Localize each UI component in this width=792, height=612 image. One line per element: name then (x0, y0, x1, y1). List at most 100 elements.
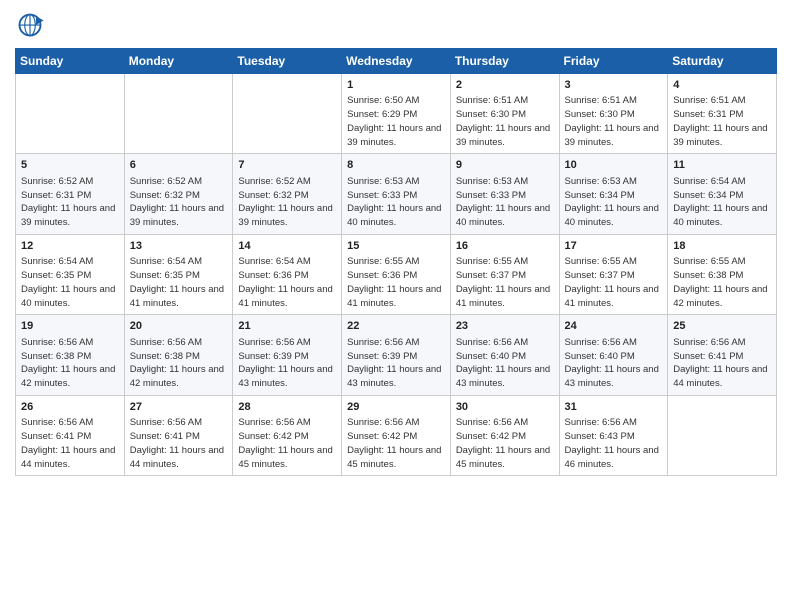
calendar-cell: 15Sunrise: 6:55 AMSunset: 6:36 PMDayligh… (342, 234, 451, 314)
day-info: Sunrise: 6:56 AMSunset: 6:41 PMDaylight:… (21, 416, 119, 471)
calendar-cell: 12Sunrise: 6:54 AMSunset: 6:35 PMDayligh… (16, 234, 125, 314)
day-number: 14 (238, 239, 336, 254)
calendar-cell: 8 Sunrise: 6:53 AMSunset: 6:33 PMDaylight… (342, 154, 451, 234)
day-info: Sunrise: 6:56 AMSunset: 6:42 PMDaylight:… (456, 416, 554, 471)
day-info: Sunrise: 6:54 AMSunset: 6:35 PMDaylight:… (21, 255, 119, 310)
day-info: Sunrise: 6:51 AMSunset: 6:30 PMDaylight:… (456, 94, 554, 149)
day-info: Sunrise: 6:56 AMSunset: 6:42 PMDaylight:… (238, 416, 336, 471)
day-number: 31 (565, 400, 663, 415)
day-number: 20 (130, 319, 228, 334)
day-info: Sunrise: 6:55 AMSunset: 6:37 PMDaylight:… (565, 255, 663, 310)
logo (15, 10, 49, 40)
calendar-cell: 17Sunrise: 6:55 AMSunset: 6:37 PMDayligh… (559, 234, 668, 314)
page: SundayMondayTuesdayWednesdayThursdayFrid… (0, 0, 792, 612)
day-number: 10 (565, 158, 663, 173)
day-info: Sunrise: 6:55 AMSunset: 6:36 PMDaylight:… (347, 255, 445, 310)
day-info: Sunrise: 6:54 AMSunset: 6:34 PMDaylight:… (673, 175, 771, 230)
day-number: 3 (565, 78, 663, 93)
calendar-cell (233, 74, 342, 154)
day-number: 15 (347, 239, 445, 254)
day-info: Sunrise: 6:53 AMSunset: 6:34 PMDaylight:… (565, 175, 663, 230)
day-info: Sunrise: 6:52 AMSunset: 6:31 PMDaylight:… (21, 175, 119, 230)
day-info: Sunrise: 6:56 AMSunset: 6:41 PMDaylight:… (673, 336, 771, 391)
day-number: 23 (456, 319, 554, 334)
day-number: 19 (21, 319, 119, 334)
weekday-thursday: Thursday (450, 49, 559, 74)
calendar-cell: 31Sunrise: 6:56 AMSunset: 6:43 PMDayligh… (559, 395, 668, 475)
day-number: 16 (456, 239, 554, 254)
day-info: Sunrise: 6:56 AMSunset: 6:40 PMDaylight:… (565, 336, 663, 391)
calendar-cell: 28Sunrise: 6:56 AMSunset: 6:42 PMDayligh… (233, 395, 342, 475)
weekday-friday: Friday (559, 49, 668, 74)
calendar-cell: 25 Sunrise: 6:56 AMSunset: 6:41 PMDayligh… (668, 315, 777, 395)
calendar-cell: 7Sunrise: 6:52 AMSunset: 6:32 PMDaylight… (233, 154, 342, 234)
calendar-cell: 26Sunrise: 6:56 AMSunset: 6:41 PMDayligh… (16, 395, 125, 475)
day-info: Sunrise: 6:54 AMSunset: 6:35 PMDaylight:… (130, 255, 228, 310)
day-info: Sunrise: 6:56 AMSunset: 6:43 PMDaylight:… (565, 416, 663, 471)
day-number: 5 (21, 158, 119, 173)
day-info: Sunrise: 6:56 AMSunset: 6:39 PMDaylight:… (238, 336, 336, 391)
day-number: 25 (673, 319, 771, 334)
calendar-cell: 16Sunrise: 6:55 AMSunset: 6:37 PMDayligh… (450, 234, 559, 314)
day-number: 1 (347, 78, 445, 93)
calendar-cell: 9Sunrise: 6:53 AMSunset: 6:33 PMDaylight… (450, 154, 559, 234)
day-number: 12 (21, 239, 119, 254)
day-number: 2 (456, 78, 554, 93)
calendar-week-4: 19Sunrise: 6:56 AMSunset: 6:38 PMDayligh… (16, 315, 777, 395)
calendar-cell (124, 74, 233, 154)
calendar-cell: 20Sunrise: 6:56 AMSunset: 6:38 PMDayligh… (124, 315, 233, 395)
day-number: 21 (238, 319, 336, 334)
day-number: 26 (21, 400, 119, 415)
day-number: 6 (130, 158, 228, 173)
calendar-cell: 24 Sunrise: 6:56 AMSunset: 6:40 PMDayligh… (559, 315, 668, 395)
calendar-cell: 2Sunrise: 6:51 AMSunset: 6:30 PMDaylight… (450, 74, 559, 154)
day-number: 28 (238, 400, 336, 415)
day-info: Sunrise: 6:56 AMSunset: 6:42 PMDaylight:… (347, 416, 445, 471)
weekday-tuesday: Tuesday (233, 49, 342, 74)
calendar-cell: 27Sunrise: 6:56 AMSunset: 6:41 PMDayligh… (124, 395, 233, 475)
weekday-monday: Monday (124, 49, 233, 74)
calendar-cell: 6 Sunrise: 6:52 AMSunset: 6:32 PMDaylight… (124, 154, 233, 234)
day-number: 30 (456, 400, 554, 415)
calendar-cell: 13Sunrise: 6:54 AMSunset: 6:35 PMDayligh… (124, 234, 233, 314)
day-info: Sunrise: 6:56 AMSunset: 6:41 PMDaylight:… (130, 416, 228, 471)
calendar-cell: 4Sunrise: 6:51 AMSunset: 6:31 PMDaylight… (668, 74, 777, 154)
calendar-cell: 22Sunrise: 6:56 AMSunset: 6:39 PMDayligh… (342, 315, 451, 395)
day-info: Sunrise: 6:52 AMSunset: 6:32 PMDaylight:… (130, 175, 228, 230)
day-number: 24 (565, 319, 663, 334)
calendar-cell: 21 Sunrise: 6:56 AMSunset: 6:39 PMDayligh… (233, 315, 342, 395)
calendar-week-5: 26Sunrise: 6:56 AMSunset: 6:41 PMDayligh… (16, 395, 777, 475)
calendar-cell: 1Sunrise: 6:50 AMSunset: 6:29 PMDaylight… (342, 74, 451, 154)
day-number: 7 (238, 158, 336, 173)
calendar-week-3: 12Sunrise: 6:54 AMSunset: 6:35 PMDayligh… (16, 234, 777, 314)
day-number: 13 (130, 239, 228, 254)
logo-icon (15, 10, 45, 40)
calendar-week-1: 1Sunrise: 6:50 AMSunset: 6:29 PMDaylight… (16, 74, 777, 154)
calendar-table: SundayMondayTuesdayWednesdayThursdayFrid… (15, 48, 777, 476)
day-number: 11 (673, 158, 771, 173)
calendar-cell: 18Sunrise: 6:55 AMSunset: 6:38 PMDayligh… (668, 234, 777, 314)
calendar-cell (668, 395, 777, 475)
weekday-saturday: Saturday (668, 49, 777, 74)
day-number: 9 (456, 158, 554, 173)
day-number: 27 (130, 400, 228, 415)
calendar-cell: 30Sunrise: 6:56 AMSunset: 6:42 PMDayligh… (450, 395, 559, 475)
day-info: Sunrise: 6:55 AMSunset: 6:38 PMDaylight:… (673, 255, 771, 310)
weekday-header-row: SundayMondayTuesdayWednesdayThursdayFrid… (16, 49, 777, 74)
day-number: 8 (347, 158, 445, 173)
day-info: Sunrise: 6:50 AMSunset: 6:29 PMDaylight:… (347, 94, 445, 149)
calendar-cell: 5 Sunrise: 6:52 AMSunset: 6:31 PMDaylight… (16, 154, 125, 234)
calendar-cell: 14Sunrise: 6:54 AMSunset: 6:36 PMDayligh… (233, 234, 342, 314)
calendar-cell: 29Sunrise: 6:56 AMSunset: 6:42 PMDayligh… (342, 395, 451, 475)
weekday-sunday: Sunday (16, 49, 125, 74)
day-info: Sunrise: 6:54 AMSunset: 6:36 PMDaylight:… (238, 255, 336, 310)
calendar-week-2: 5 Sunrise: 6:52 AMSunset: 6:31 PMDaylight… (16, 154, 777, 234)
day-info: Sunrise: 6:55 AMSunset: 6:37 PMDaylight:… (456, 255, 554, 310)
day-info: Sunrise: 6:56 AMSunset: 6:39 PMDaylight:… (347, 336, 445, 391)
day-number: 17 (565, 239, 663, 254)
weekday-wednesday: Wednesday (342, 49, 451, 74)
day-number: 29 (347, 400, 445, 415)
day-info: Sunrise: 6:53 AMSunset: 6:33 PMDaylight:… (347, 175, 445, 230)
calendar-cell: 10 Sunrise: 6:53 AMSunset: 6:34 PMDayligh… (559, 154, 668, 234)
day-number: 4 (673, 78, 771, 93)
